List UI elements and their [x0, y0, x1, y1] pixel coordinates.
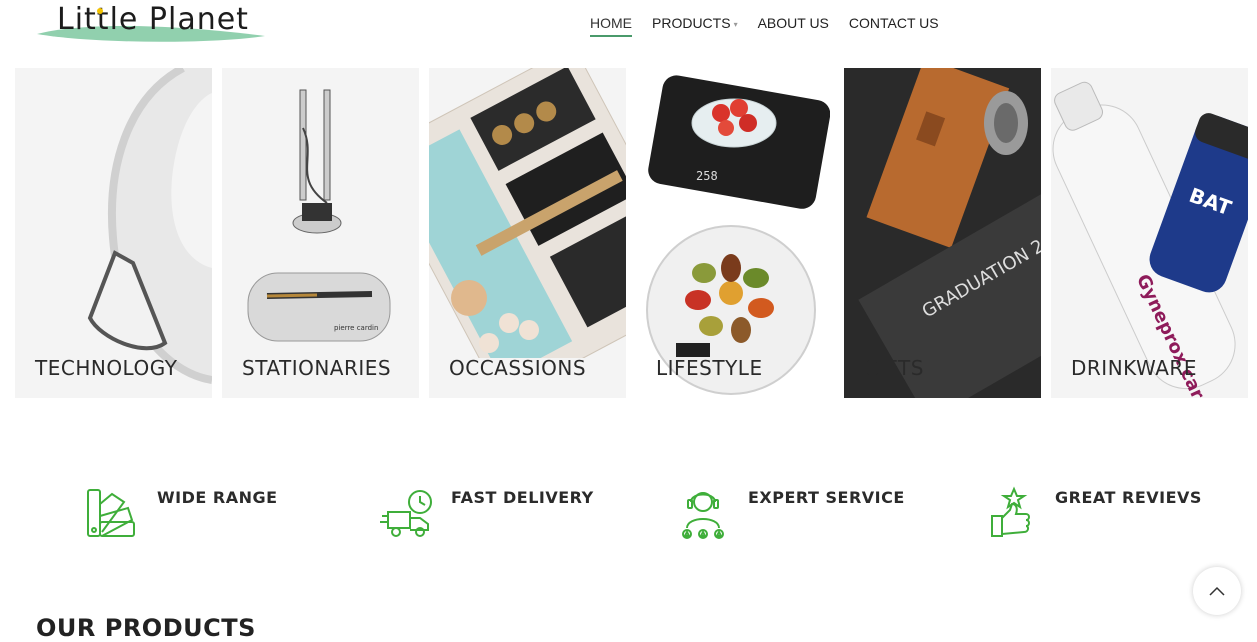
thumbs-up-star-icon [991, 486, 1030, 537]
nav-home[interactable]: HOME [590, 14, 632, 37]
technology-image [87, 68, 212, 384]
drinkware-image: Gyneprox care BAT [1052, 81, 1248, 398]
color-swatch-icon [87, 489, 135, 537]
category-technology[interactable]: TECHNOLOGY [15, 68, 212, 398]
occassions-image [429, 68, 626, 398]
nav-home-label: HOME [590, 15, 632, 31]
category-label: LIFESTYLE [656, 356, 763, 380]
category-occassions[interactable]: OCCASSIONS [429, 68, 626, 398]
chevron-down-icon: ▾ [733, 20, 738, 29]
category-grid: TECHNOLOGY pierre cardin STATIONARIES OC… [15, 68, 1255, 398]
category-label: OCCASSIONS [449, 356, 587, 380]
chevron-up-icon [1209, 586, 1225, 596]
site-logo[interactable]: Little Planet [35, 0, 270, 44]
lifestyle-image: 258 [636, 68, 830, 398]
nav-products-label: PRODUCTS [652, 15, 731, 31]
category-label: STATIONARIES [242, 356, 392, 380]
feature-label: WIDE RANGE [157, 488, 278, 507]
nav-products[interactable]: PRODUCTS ▾ [652, 14, 738, 36]
nav-contact-us[interactable]: CONTACT US [849, 14, 939, 36]
section-title: OUR PRODUCTS [36, 614, 256, 642]
category-drinkware[interactable]: Gyneprox care BAT DRINKWARE [1051, 68, 1248, 398]
nav-about-label: ABOUT US [757, 15, 829, 31]
category-label: TECHNOLOGY [35, 356, 178, 380]
feature-label: EXPERT SERVICE [748, 488, 905, 507]
stationaries-image: pierre cardin [247, 89, 391, 342]
nav-about-us[interactable]: ABOUT US [758, 14, 829, 36]
delivery-truck-icon [380, 490, 432, 537]
category-stationaries[interactable]: pierre cardin STATIONARIES [222, 68, 419, 398]
category-lifestyle[interactable]: 258 LIFESTYLE [636, 68, 830, 398]
scroll-to-top-button[interactable] [1193, 567, 1241, 615]
feature-label: GREAT REVIEVS [1055, 488, 1202, 507]
nav-contact-label: CONTACT US [848, 15, 939, 31]
main-nav: HOME PRODUCTS ▾ ABOUT US CONTACT US [590, 14, 959, 38]
logo-text: Little Planet [57, 2, 249, 37]
svg-text:258: 258 [696, 169, 718, 183]
feature-label: FAST DELIVERY [451, 488, 594, 507]
gifts-image: GRADUATION 2022 [844, 68, 1041, 398]
category-label: DRINKWARE [1071, 356, 1197, 380]
svg-text:pierre cardin: pierre cardin [334, 324, 378, 332]
category-label: GIFTS [864, 356, 924, 380]
support-agent-icon [682, 492, 724, 539]
logo-dot [97, 8, 103, 14]
category-gifts[interactable]: GRADUATION 2022 GIFTS [844, 68, 1041, 398]
